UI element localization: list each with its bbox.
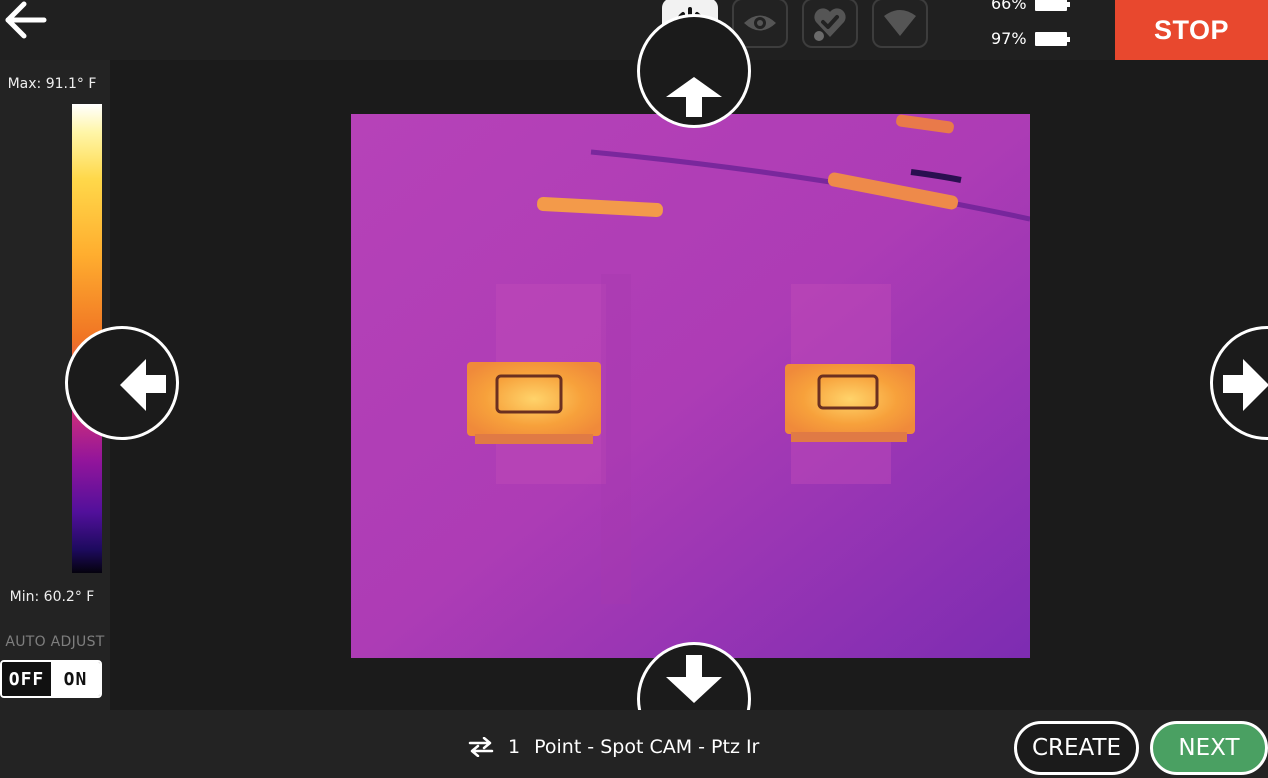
toggle-off-option[interactable]: OFF — [2, 662, 51, 696]
mission-number: 1 — [508, 736, 521, 758]
battery-status-1: 66% — [991, 0, 1070, 13]
arrow-up-icon — [666, 77, 722, 117]
pan-left-button[interactable] — [65, 326, 179, 440]
mission-selector[interactable]: 1 Point - Spot CAM - Ptz Ir — [468, 736, 759, 758]
arrow-left-icon — [5, 1, 47, 39]
thermal-camera-image — [351, 114, 1030, 658]
pan-up-button[interactable] — [637, 14, 751, 128]
swap-icon[interactable] — [468, 737, 494, 757]
max-temperature-label: Max: 91.1° F — [7, 76, 97, 92]
wifi-icon — [884, 10, 916, 36]
health-mode-button[interactable] — [802, 0, 858, 48]
battery-percent-1: 66% — [991, 0, 1027, 13]
arrow-left-icon — [120, 359, 166, 411]
wifi-mode-button[interactable] — [872, 0, 928, 48]
battery-percent-2: 97% — [991, 29, 1027, 48]
battery-icon — [1034, 31, 1070, 46]
auto-adjust-toggle[interactable]: OFF ON — [0, 660, 102, 698]
heart-check-icon — [814, 8, 846, 41]
stop-button[interactable]: STOP — [1115, 0, 1268, 60]
battery-icon — [1034, 0, 1070, 11]
min-temperature-label: Min: 60.2° F — [9, 589, 95, 605]
back-button[interactable] — [2, 0, 50, 42]
arrow-right-icon — [1223, 359, 1268, 411]
create-button[interactable]: CREATE — [1014, 721, 1139, 775]
next-button[interactable]: NEXT — [1150, 721, 1268, 775]
battery-status-2: 97% — [991, 29, 1070, 48]
mission-label: Point - Spot CAM - Ptz Ir — [534, 736, 760, 758]
pan-right-button[interactable] — [1210, 326, 1268, 440]
toggle-on-option[interactable]: ON — [51, 662, 100, 696]
auto-adjust-label: AUTO ADJUST — [5, 634, 105, 650]
top-bar — [0, 0, 1268, 60]
